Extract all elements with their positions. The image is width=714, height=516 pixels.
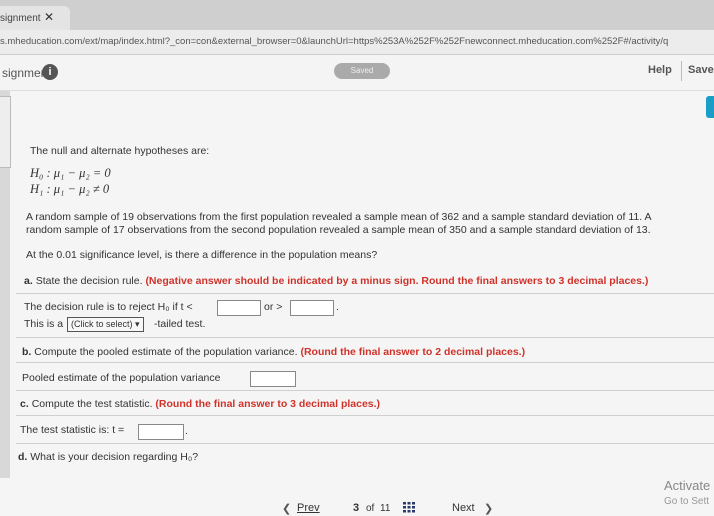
divider xyxy=(16,443,714,444)
pooled-variance-label: Pooled estimate of the population varian… xyxy=(22,372,221,384)
decision-rule-or: or > xyxy=(264,301,283,313)
sample-description-line-1: A random sample of 19 observations from … xyxy=(26,211,652,223)
tailed-select[interactable]: (Click to select) ▾ xyxy=(67,317,144,332)
prev-chevron-icon[interactable]: ❮ xyxy=(282,502,291,515)
help-button[interactable]: Help xyxy=(648,64,672,76)
hypotheses-intro: The null and alternate hypotheses are: xyxy=(30,145,210,157)
address-bar[interactable]: s.mheducation.com/ext/map/index.html?_co… xyxy=(0,30,714,55)
tailed-prefix: This is a xyxy=(24,318,64,330)
decision-rule-label: The decision rule is to reject H₀ if t < xyxy=(24,301,193,313)
save-button[interactable]: Save xyxy=(688,64,714,76)
part-c-note: (Round the final answer to 3 decimal pla… xyxy=(155,398,381,410)
part-c-text: Compute the test statistic. xyxy=(31,398,153,410)
tailed-suffix: -tailed test. xyxy=(154,318,206,330)
prev-button[interactable]: Prev xyxy=(297,502,320,514)
part-c-prompt: c. Compute the test statistic. (Round th… xyxy=(20,398,380,410)
grid-icon[interactable] xyxy=(403,502,415,514)
left-side-panel xyxy=(0,96,11,168)
part-d-prompt: d. What is your decision regarding H₀? xyxy=(18,451,198,463)
activate-watermark: Activate xyxy=(664,478,711,493)
test-statistic-input[interactable] xyxy=(138,424,184,440)
pooled-variance-input[interactable] xyxy=(250,371,296,387)
part-b-label: b. xyxy=(22,346,32,358)
header-divider xyxy=(681,61,682,81)
upper-critical-value-input[interactable] xyxy=(290,300,334,316)
significance-question: At the 0.01 significance level, is there… xyxy=(26,249,378,261)
app-header: signment i Saved Help Save xyxy=(0,55,714,91)
total-pages: 11 xyxy=(380,503,391,514)
url-text[interactable]: s.mheducation.com/ext/map/index.html?_co… xyxy=(0,36,714,47)
part-a-prompt: a. State the decision rule. (Negative an… xyxy=(24,275,648,287)
browser-tab-bar: signment ✕ xyxy=(0,0,714,30)
part-d-text: What is your decision regarding H₀? xyxy=(30,451,199,463)
part-b-note: (Round the final answer to 2 decimal pla… xyxy=(300,346,526,358)
divider xyxy=(16,390,714,391)
saved-status-badge: Saved xyxy=(334,63,390,79)
next-button[interactable]: Next xyxy=(452,502,475,514)
chevron-down-icon: ▾ xyxy=(135,319,140,329)
tab-title: signment xyxy=(0,13,41,24)
next-chevron-icon[interactable]: ❯ xyxy=(484,502,493,515)
side-panel-toggle-button[interactable] xyxy=(706,96,714,118)
tailed-select-value: (Click to select) xyxy=(71,319,133,329)
test-statistic-end: . xyxy=(185,425,188,437)
part-a-note: (Negative answer should be indicated by … xyxy=(145,275,649,287)
info-icon[interactable]: i xyxy=(42,64,58,80)
divider xyxy=(16,415,714,416)
decision-rule-end: . xyxy=(336,301,339,313)
part-b-prompt: b. Compute the pooled estimate of the po… xyxy=(22,346,525,358)
part-a-text: State the decision rule. xyxy=(35,275,143,287)
part-b-text: Compute the pooled estimate of the popul… xyxy=(34,346,298,358)
lower-critical-value-input[interactable] xyxy=(217,300,261,316)
close-icon[interactable]: ✕ xyxy=(44,10,54,24)
part-c-label: c. xyxy=(20,398,29,410)
browser-tab[interactable]: signment ✕ xyxy=(0,6,70,30)
test-statistic-label: The test statistic is: t = xyxy=(20,424,125,436)
part-a-label: a. xyxy=(24,275,33,287)
null-hypothesis: H₀ : μ₁ − μ₂ = 0 xyxy=(30,166,111,180)
sample-description-line-2: random sample of 17 observations from th… xyxy=(26,224,651,236)
page-of: of xyxy=(366,503,375,514)
part-d-label: d. xyxy=(18,451,28,463)
activate-settings-hint: Go to Sett xyxy=(664,496,710,507)
divider xyxy=(16,293,714,294)
divider xyxy=(16,337,714,338)
alternate-hypothesis: H₁ : μ₁ − μ₂ ≠ 0 xyxy=(30,182,110,196)
current-page: 3 xyxy=(353,502,360,514)
divider xyxy=(16,362,714,363)
